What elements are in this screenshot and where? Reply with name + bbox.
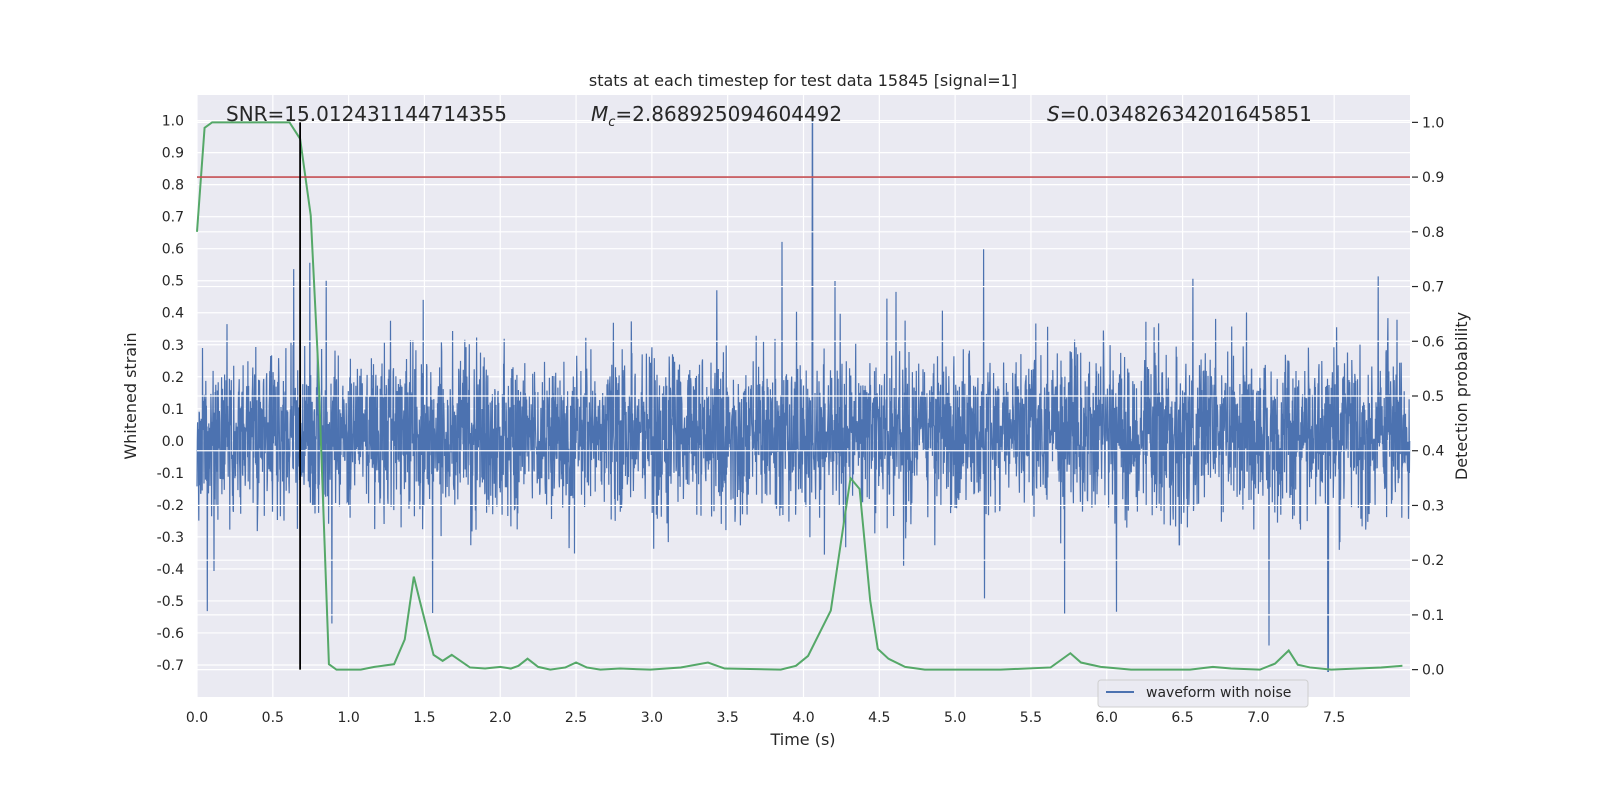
- y-tick-label-left: 0.3: [162, 338, 184, 354]
- y-tick-label-left: -0.5: [157, 594, 184, 610]
- y-tick-label-right: 0.7: [1422, 280, 1444, 296]
- x-tick-label: 2.5: [565, 710, 587, 726]
- x-tick-label: 6.5: [1171, 710, 1193, 726]
- y-tick-label-left: 0.5: [162, 274, 184, 290]
- y-tick-label-left: -0.6: [157, 626, 184, 642]
- y-tick-label-right: 0.9: [1422, 170, 1444, 186]
- x-tick-label: 2.0: [489, 710, 511, 726]
- y-tick-label-left: 0.7: [162, 210, 184, 226]
- s-symbol: S: [1047, 102, 1060, 126]
- y-tick-label-left: 0.9: [162, 146, 184, 162]
- y-tick-label-left: 0.8: [162, 178, 184, 194]
- y-tick-label-left: -0.1: [157, 466, 184, 482]
- chirp-mass-annotation: Mc=2.868925094604492: [591, 102, 842, 130]
- x-tick-label: 5.0: [944, 710, 966, 726]
- x-tick-label: 0.5: [262, 710, 284, 726]
- x-tick-label: 7.5: [1323, 710, 1345, 726]
- y-tick-label-left: -0.3: [157, 530, 184, 546]
- y-tick-label-left: -0.4: [157, 562, 184, 578]
- y-tick-label-right: 1.0: [1422, 115, 1444, 131]
- s-value: =0.03482634201645851: [1060, 102, 1312, 126]
- y-tick-label-right: 0.4: [1422, 444, 1444, 460]
- mc-subscript: c: [608, 115, 615, 130]
- x-tick-label: 1.5: [413, 710, 435, 726]
- y-tick-label-right: 0.6: [1422, 334, 1444, 350]
- y-tick-label-right: 0.2: [1422, 553, 1444, 569]
- x-tick-label: 4.0: [792, 710, 814, 726]
- y-tick-label-left: 0.4: [162, 306, 184, 322]
- x-tick-label: 7.0: [1247, 710, 1269, 726]
- x-tick-label: 6.0: [1096, 710, 1118, 726]
- x-axis-label: Time (s): [769, 730, 835, 749]
- x-tick-label: 4.5: [868, 710, 890, 726]
- y-tick-label-left: 0.2: [162, 370, 184, 386]
- y-tick-label-left: -0.7: [157, 658, 184, 674]
- legend-label-waveform: waveform with noise: [1146, 685, 1291, 701]
- mc-value: =2.868925094604492: [615, 102, 842, 126]
- y-tick-label-left: 0.1: [162, 402, 184, 418]
- y-tick-label-left: 1.0: [162, 114, 184, 130]
- y-tick-label-right: 0.0: [1422, 663, 1444, 679]
- chart-title: stats at each timestep for test data 158…: [589, 71, 1017, 90]
- y-tick-label-right: 0.5: [1422, 389, 1444, 405]
- y-tick-label-right: 0.1: [1422, 608, 1444, 624]
- y-axis-label-left: Whitened strain: [121, 332, 140, 459]
- y-tick-label-left: -0.2: [157, 498, 184, 514]
- y-tick-label-left: 0.0: [162, 434, 184, 450]
- x-tick-label: 5.5: [1020, 710, 1042, 726]
- y-tick-label-right: 0.8: [1422, 225, 1444, 241]
- x-tick-label: 3.5: [717, 710, 739, 726]
- y-tick-label-right: 0.3: [1422, 498, 1444, 514]
- y-axis-label-right: Detection probability: [1452, 312, 1471, 480]
- snr-annotation: SNR=15.012431144714355: [226, 102, 507, 126]
- y-tick-label-left: 0.6: [162, 242, 184, 258]
- chart: 0.0 0.5 1.0 1.5 2.0 2.5 3.0 3.5 4.0 4.5 5.0 5.5 6.0 6…: [121, 71, 1471, 749]
- s-annotation: S=0.03482634201645851: [1047, 102, 1312, 126]
- x-tick-label: 1.0: [337, 710, 359, 726]
- x-tick-label: 3.0: [641, 710, 663, 726]
- legend: waveform with noise: [1097, 679, 1309, 708]
- mc-symbol: M: [591, 102, 608, 126]
- x-tick-label: 0.0: [186, 710, 208, 726]
